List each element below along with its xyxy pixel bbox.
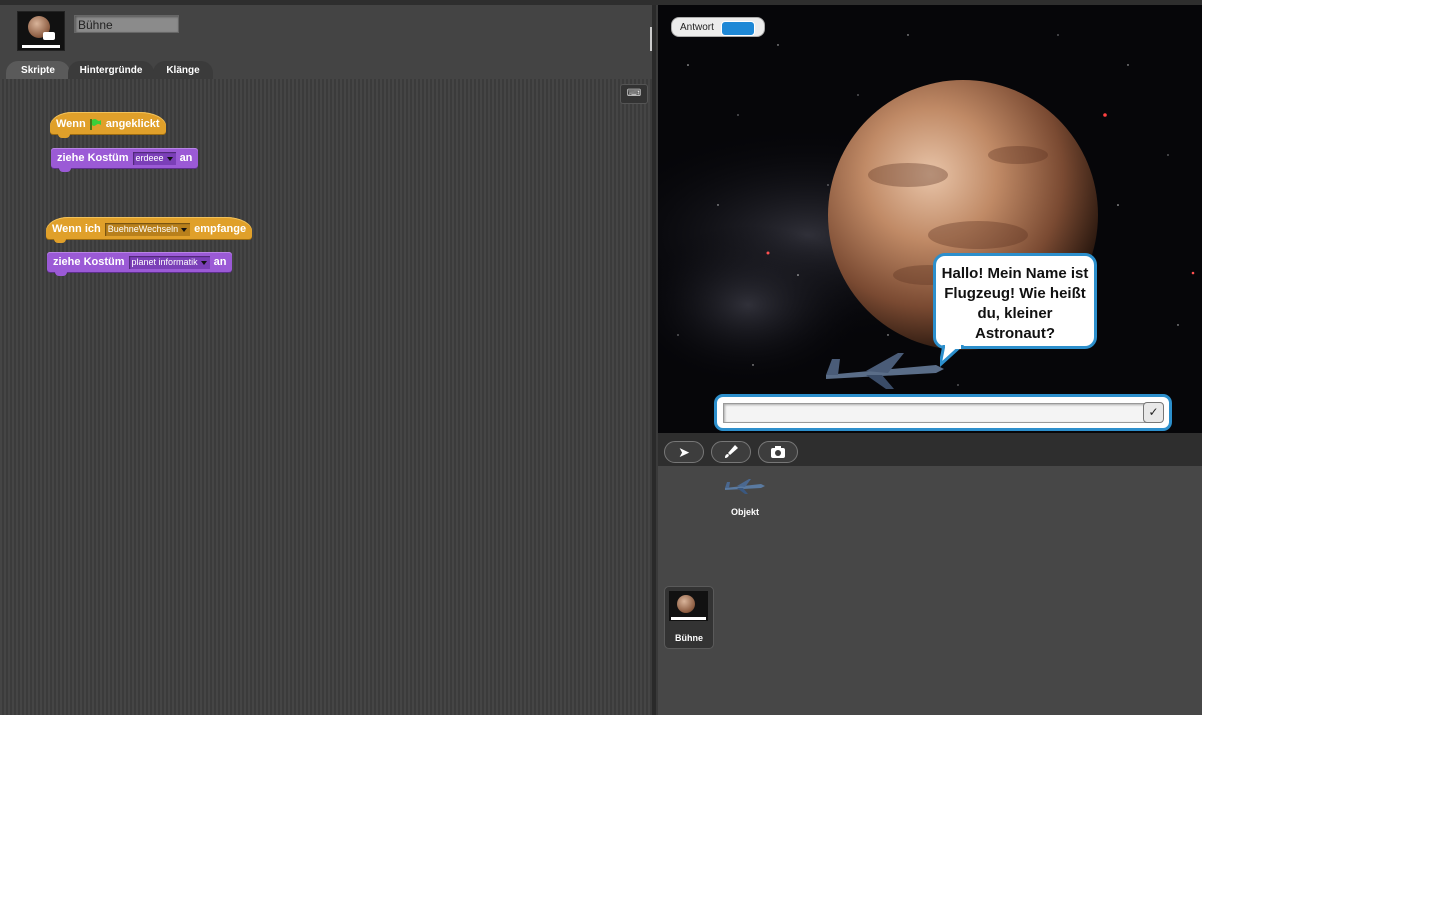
keyboard-icon[interactable]: ⌨: [620, 84, 648, 104]
airplane-icon: [725, 479, 765, 494]
tab-klaenge[interactable]: Klänge: [153, 61, 213, 80]
thumbnail-bar: [22, 45, 60, 48]
sprite-name: Objekt: [730, 507, 759, 517]
space-background: [658, 5, 1202, 433]
block-word: ziehe: [57, 152, 85, 164]
stage-label: Bühne: [675, 633, 703, 643]
switch-costume-block[interactable]: ziehe Kostüm planet informatik an: [47, 252, 233, 276]
hat-word: empfange: [194, 223, 247, 235]
block-word: ziehe: [53, 256, 81, 268]
tab-hintergruende[interactable]: Hintergründe: [68, 61, 154, 80]
watcher-label: Antwort: [680, 22, 714, 33]
sprite-editor: Bühne Skripte Hintergründe Klänge ⌨ Wenn…: [0, 5, 654, 715]
speech-bubble: Hallo! Mein Name ist Flugzeug! Wie heißt…: [933, 253, 1097, 349]
hat-word: angeklickt: [105, 118, 160, 130]
hat-word: Wenn: [52, 223, 82, 235]
splitter-handle[interactable]: [650, 27, 652, 51]
planet-image: [677, 595, 695, 613]
sprite-icon-objekt[interactable]: Objekt: [720, 478, 770, 517]
when-i-receive-block[interactable]: Wenn ich BuehneWechseln empfange: [46, 217, 253, 243]
block-word: Kostüm: [87, 152, 129, 164]
tab-skripte[interactable]: Skripte: [6, 61, 70, 80]
green-flag-icon: [90, 118, 101, 130]
sprite-corral: Objekt Bühne: [658, 466, 1202, 715]
hat-word: Wenn: [56, 118, 86, 130]
block-word: an: [179, 152, 193, 164]
sprite-name-field[interactable]: Bühne: [74, 15, 179, 33]
block-word: an: [213, 256, 227, 268]
hat-word: ich: [84, 223, 101, 235]
watcher-value: [721, 21, 755, 36]
stage-icon[interactable]: Bühne: [664, 586, 714, 649]
block-word: Kostüm: [83, 256, 125, 268]
answer-input[interactable]: [723, 403, 1147, 423]
message-dropdown[interactable]: BuehneWechseln: [104, 222, 191, 236]
turtle-arrow-icon[interactable]: ➤: [664, 441, 704, 463]
costume-dropdown[interactable]: erdeee: [132, 151, 176, 165]
scripts-area[interactable]: ⌨ Wenn angeklickt ziehe Kostüm erdeee an We…: [0, 79, 652, 715]
camera-icon[interactable]: [758, 441, 798, 463]
variable-watcher[interactable]: Antwort: [671, 17, 765, 37]
corral-toolbar: ➤: [658, 433, 1202, 466]
stage[interactable]: Antwort Hallo! Mein Name ist Flugzeug! W…: [658, 5, 1202, 433]
ask-prompt: ✓: [714, 394, 1172, 431]
snap-ide: Bühne Skripte Hintergründe Klänge ⌨ Wenn…: [0, 0, 1202, 715]
switch-costume-block[interactable]: ziehe Kostüm erdeee an: [51, 148, 199, 172]
when-flag-clicked-block[interactable]: Wenn angeklickt: [50, 112, 166, 138]
stage-mini-thumbnail: [669, 591, 708, 621]
paintbrush-icon[interactable]: [711, 441, 751, 463]
editor-tabs: Skripte Hintergründe Klänge: [0, 61, 654, 80]
costume-dropdown[interactable]: planet informatik: [128, 255, 210, 269]
speech-bubble-tail: [940, 345, 965, 367]
pane-splitter[interactable]: [652, 5, 656, 715]
speech-icon: [43, 32, 55, 40]
stage-thumbnail: [17, 11, 65, 51]
thumbnail-bar: [671, 617, 706, 620]
confirm-button[interactable]: ✓: [1143, 402, 1164, 423]
